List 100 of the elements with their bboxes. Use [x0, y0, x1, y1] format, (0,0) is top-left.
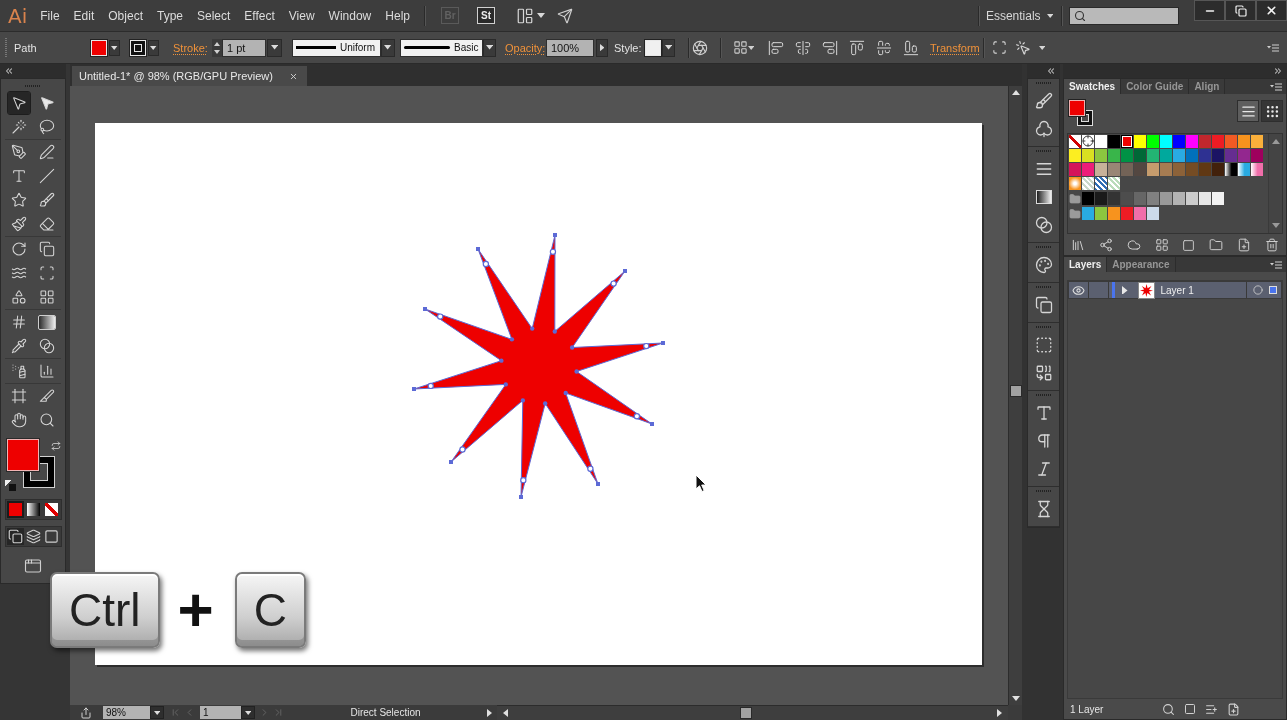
magic-wand-icon[interactable]	[11, 119, 27, 135]
swatch-icon[interactable]	[1160, 163, 1172, 176]
artboard-dropdown-button[interactable]	[241, 706, 255, 719]
library-icon[interactable]	[1071, 238, 1085, 252]
caret-icon[interactable]	[1122, 285, 1128, 295]
grid-icon[interactable]	[733, 40, 748, 55]
window-icon[interactable]	[24, 557, 42, 575]
caret-icon[interactable]	[537, 13, 545, 18]
layout-icon[interactable]	[516, 6, 534, 25]
registration-swatch-icon[interactable]	[1082, 135, 1094, 148]
panel-menu-icon[interactable]	[1270, 260, 1282, 269]
swatch-icon[interactable]	[1134, 149, 1146, 162]
gradient-swatch-icon[interactable]	[1069, 177, 1081, 190]
swatch-icon[interactable]	[1199, 163, 1211, 176]
scroll-down-arrow-icon[interactable]	[1271, 223, 1280, 228]
swatch-icon[interactable]	[1186, 192, 1198, 205]
eye-icon[interactable]	[1072, 283, 1085, 297]
paper-plane-icon[interactable]	[557, 7, 573, 24]
stroke-swatch-icon[interactable]	[130, 39, 146, 56]
swatch-icon[interactable]	[1134, 207, 1146, 220]
swatch-icon[interactable]	[1134, 163, 1146, 176]
share-icon[interactable]	[1098, 238, 1113, 252]
folder-icon[interactable]	[1209, 238, 1224, 252]
stacked-layers-icon[interactable]	[24, 528, 42, 545]
panel-tab[interactable]: Swatches	[1064, 79, 1122, 94]
zoom-field[interactable]: 98%	[103, 706, 150, 719]
swatch-icon[interactable]	[1147, 207, 1159, 220]
club-icon[interactable]	[1034, 120, 1053, 138]
search-field[interactable]	[1069, 6, 1179, 25]
pencil-icon[interactable]	[39, 144, 55, 160]
brush-icon[interactable]	[39, 192, 55, 208]
opacity-panel-link[interactable]: Opacity:	[505, 41, 546, 54]
swatch-icon[interactable]	[1147, 149, 1159, 162]
square-icon[interactable]	[1182, 238, 1196, 252]
menu-item[interactable]: Select	[190, 4, 238, 27]
share-icon[interactable]	[80, 706, 92, 719]
palette-icon[interactable]	[1034, 256, 1053, 274]
swatch-icon[interactable]	[1225, 135, 1237, 148]
swatch-icon[interactable]	[1173, 135, 1185, 148]
arrow-icon[interactable]	[39, 95, 55, 111]
swatch-icon[interactable]	[1069, 163, 1081, 176]
double-chevron-icon[interactable]	[4, 66, 14, 76]
ring-icon[interactable]	[1253, 285, 1263, 295]
knife-icon[interactable]	[39, 388, 55, 404]
scroll-right-arrow-icon[interactable]	[997, 709, 1002, 717]
align-top-icon[interactable]	[849, 39, 865, 56]
restore-button[interactable]	[1225, 0, 1256, 21]
stroke-weight-field[interactable]: 1 pt	[222, 38, 266, 57]
swatch-icon[interactable]	[1212, 192, 1224, 205]
trash-icon[interactable]	[1264, 238, 1279, 252]
stroke-profile-dropdown[interactable]: Uniform	[292, 38, 381, 57]
pointer-click-icon[interactable]	[1015, 39, 1031, 56]
swatch-icon[interactable]	[1173, 192, 1185, 205]
overlapping-squares-icon[interactable]	[6, 528, 24, 545]
waves-icon[interactable]	[11, 265, 27, 281]
overlapping-circles-icon[interactable]	[1034, 216, 1053, 234]
cloud-icon[interactable]	[1126, 238, 1141, 252]
app-launch-button[interactable]: St	[477, 7, 495, 24]
menu-item[interactable]: File	[33, 4, 67, 27]
swatch-icon[interactable]	[1121, 135, 1133, 148]
swatch-icon[interactable]	[1186, 135, 1198, 148]
swatch-icon[interactable]	[1108, 135, 1120, 148]
align-center-icon[interactable]	[795, 39, 811, 56]
scroll-left-arrow-icon[interactable]	[503, 709, 508, 717]
swatch-icon[interactable]	[1251, 149, 1263, 162]
align-left-icon[interactable]	[768, 39, 784, 56]
swatch-icon[interactable]	[1160, 135, 1172, 148]
hash-icon[interactable]	[11, 314, 27, 330]
swatch-icon[interactable]	[1160, 149, 1172, 162]
scroll-thumb[interactable]	[740, 707, 752, 719]
square-icon[interactable]	[42, 528, 60, 545]
gradient-swatch-icon[interactable]	[1251, 163, 1263, 176]
align-middle-icon[interactable]	[876, 39, 892, 56]
hand-icon[interactable]	[11, 412, 27, 428]
type-icon[interactable]	[11, 168, 27, 184]
swatch-icon[interactable]	[1121, 149, 1133, 162]
solid-fill-icon[interactable]	[6, 501, 24, 518]
square-icon[interactable]	[1269, 286, 1277, 294]
zoom-dropdown-button[interactable]	[150, 706, 164, 719]
aperture-icon[interactable]	[692, 39, 708, 56]
swatch-icon[interactable]	[1199, 192, 1211, 205]
eraser-icon[interactable]	[39, 216, 55, 232]
swatch-icon[interactable]	[1095, 192, 1107, 205]
artboard-field[interactable]: 1	[200, 706, 241, 719]
swatch-icon[interactable]	[1147, 192, 1159, 205]
double-chevron-icon[interactable]	[1046, 66, 1056, 76]
pattern-swatch-icon[interactable]	[1095, 177, 1107, 190]
pen-icon[interactable]	[11, 144, 27, 160]
pattern-swatch-icon[interactable]	[1108, 177, 1120, 190]
lasso-icon[interactable]	[39, 119, 55, 135]
frame-corners-icon[interactable]	[39, 265, 55, 281]
default-colors-icon[interactable]	[5, 480, 16, 491]
gradient-fill-icon[interactable]	[24, 501, 42, 518]
copy-icon[interactable]	[1034, 296, 1053, 314]
dashed-square-icon[interactable]	[1034, 336, 1053, 354]
list-plus-icon[interactable]	[1205, 702, 1218, 716]
swap-arrows-icon[interactable]	[51, 441, 61, 451]
lines-icon[interactable]	[1034, 160, 1053, 178]
type-icon[interactable]	[1034, 404, 1053, 422]
swatch-icon[interactable]	[1108, 192, 1120, 205]
